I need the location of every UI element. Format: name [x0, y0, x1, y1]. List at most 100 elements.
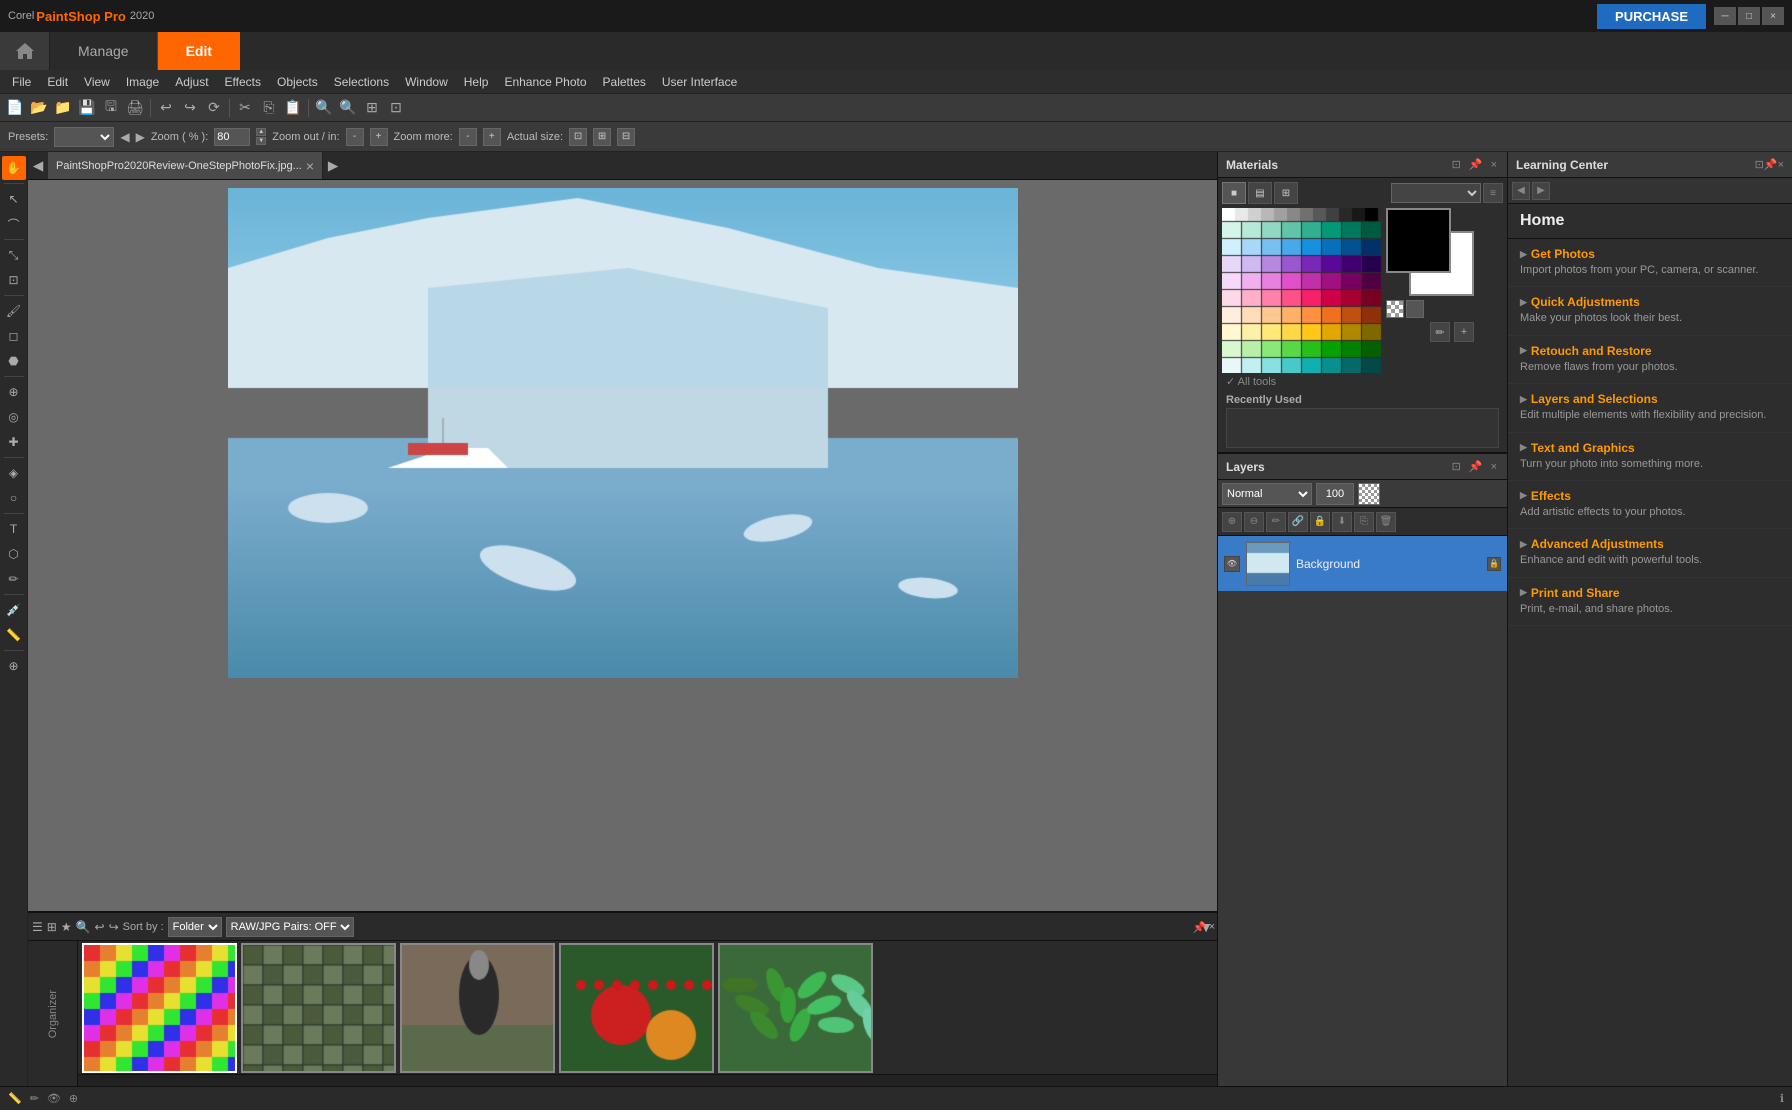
- layer-tool-del[interactable]: 🗑: [1376, 512, 1396, 532]
- file-tab[interactable]: PaintShopPro2020Review-OneStepPhotoFix.j…: [48, 152, 323, 179]
- close-button[interactable]: ×: [1762, 7, 1784, 25]
- open-button[interactable]: 📂: [28, 97, 50, 119]
- tool-clone[interactable]: ⊕: [2, 380, 26, 404]
- tool-retouch[interactable]: ◎: [2, 405, 26, 429]
- tab-close[interactable]: ×: [306, 158, 314, 174]
- sort-by-select[interactable]: Folder: [168, 917, 222, 937]
- learning-item-quick-adj[interactable]: ▶Quick Adjustments Make your photos look…: [1508, 287, 1792, 335]
- zoom-in-button[interactable]: 🔍: [313, 97, 335, 119]
- layers-restore[interactable]: ⊡: [1450, 460, 1463, 473]
- zoom-down[interactable]: ▼: [256, 137, 266, 145]
- color-edit-btn[interactable]: ✏: [1430, 322, 1450, 342]
- actual-size-btn[interactable]: ⊡: [569, 128, 587, 146]
- learning-pin[interactable]: 📌: [1764, 158, 1778, 171]
- tool-sharpen[interactable]: ◈: [2, 461, 26, 485]
- layer-visibility-icon[interactable]: 👁: [1224, 556, 1240, 572]
- learning-item-layers[interactable]: ▶Layers and Selections Edit multiple ele…: [1508, 384, 1792, 432]
- learning-item-print[interactable]: ▶Print and Share Print, e-mail, and shar…: [1508, 578, 1792, 626]
- save-as-button[interactable]: 🖫: [100, 97, 122, 119]
- learning-item-text[interactable]: ▶Text and Graphics Turn your photo into …: [1508, 433, 1792, 481]
- layer-tool-5[interactable]: 🔒: [1310, 512, 1330, 532]
- preset-arrow-right[interactable]: ▶: [136, 130, 145, 144]
- print-button[interactable]: 🖨: [124, 97, 146, 119]
- thumb-vegetables[interactable]: [559, 943, 714, 1073]
- layer-tool-4[interactable]: 🔗: [1288, 512, 1308, 532]
- menu-selections[interactable]: Selections: [326, 70, 397, 93]
- swatch-pattern-btn[interactable]: ⊞: [1274, 182, 1298, 204]
- tool-freehand[interactable]: ⌒: [2, 212, 26, 236]
- learning-item-get-photos[interactable]: ▶Get Photos Import photos from your PC, …: [1508, 239, 1792, 287]
- swatch-color-btn[interactable]: ■: [1222, 182, 1246, 204]
- home-button[interactable]: [0, 32, 50, 70]
- redo-button[interactable]: ↪: [179, 97, 201, 119]
- layers-pin[interactable]: 📌: [1467, 460, 1485, 473]
- menu-user-interface[interactable]: User Interface: [654, 70, 745, 93]
- main-canvas[interactable]: [228, 188, 1018, 678]
- status-btn-1[interactable]: 📏: [8, 1092, 22, 1105]
- org-btn-4[interactable]: 🔍: [76, 920, 91, 934]
- layer-tool-1[interactable]: ⊕: [1222, 512, 1242, 532]
- layers-close[interactable]: ×: [1489, 461, 1499, 473]
- learning-forward[interactable]: ▶: [1532, 182, 1550, 200]
- menu-file[interactable]: File: [4, 70, 39, 93]
- tool-extra[interactable]: ⊕: [2, 654, 26, 678]
- thumb-tiles[interactable]: [241, 943, 396, 1073]
- tool-crop[interactable]: ⊡: [2, 268, 26, 292]
- menu-effects[interactable]: Effects: [217, 70, 269, 93]
- org-x[interactable]: ×: [1209, 921, 1215, 933]
- thumb-colorful[interactable]: [82, 943, 237, 1073]
- learning-restore[interactable]: ⊡: [1755, 158, 1764, 171]
- tool-eraser[interactable]: ◻: [2, 324, 26, 348]
- tool-pan[interactable]: ✋: [2, 156, 26, 180]
- tab-edit[interactable]: Edit: [158, 32, 240, 70]
- copy-button[interactable]: ⎘: [258, 97, 280, 119]
- layer-tool-2[interactable]: ⊖: [1244, 512, 1264, 532]
- tool-eyedropper[interactable]: 💉: [2, 598, 26, 622]
- org-btn-2[interactable]: ⊞: [47, 920, 57, 934]
- paste-button[interactable]: 📋: [282, 97, 304, 119]
- minimize-button[interactable]: ─: [1714, 7, 1736, 25]
- org-undo[interactable]: ↩: [95, 920, 105, 934]
- tool-deform[interactable]: ⤡: [2, 243, 26, 267]
- zoom-more-in[interactable]: +: [483, 128, 501, 146]
- new-button[interactable]: 📄: [4, 97, 26, 119]
- layer-tool-3[interactable]: ✏: [1266, 512, 1286, 532]
- raw-jpg-select[interactable]: RAW/JPG Pairs: OFF: [226, 917, 354, 937]
- actual-size-button[interactable]: ⊡: [385, 97, 407, 119]
- palette-dropdown[interactable]: Standard Palette: [1391, 183, 1482, 203]
- swatch-canvas[interactable]: [1222, 208, 1382, 373]
- menu-palettes[interactable]: Palettes: [595, 70, 654, 93]
- learning-close[interactable]: ×: [1778, 159, 1784, 171]
- menu-objects[interactable]: Objects: [269, 70, 326, 93]
- menu-help[interactable]: Help: [456, 70, 497, 93]
- fit-button[interactable]: ⊞: [361, 97, 383, 119]
- zoom-out-button[interactable]: 🔍: [337, 97, 359, 119]
- materials-close[interactable]: ×: [1489, 159, 1499, 171]
- tool-paintbrush[interactable]: 🖌: [2, 299, 26, 323]
- menu-image[interactable]: Image: [118, 70, 167, 93]
- purchase-button[interactable]: PURCHASE: [1597, 4, 1706, 29]
- tool-text[interactable]: T: [2, 517, 26, 541]
- status-btn-2[interactable]: ✏: [30, 1092, 39, 1105]
- save-button[interactable]: 💾: [76, 97, 98, 119]
- org-btn-3[interactable]: ★: [61, 920, 72, 934]
- zoom-up[interactable]: ▲: [256, 128, 266, 136]
- menu-view[interactable]: View: [76, 70, 118, 93]
- tool-select[interactable]: ↖: [2, 187, 26, 211]
- blend-mode-select[interactable]: Normal: [1222, 483, 1312, 505]
- toggle-view-btn[interactable]: ⊟: [617, 128, 635, 146]
- org-redo[interactable]: ↪: [109, 920, 119, 934]
- fit-window-btn[interactable]: ⊞: [593, 128, 611, 146]
- status-info-btn[interactable]: ℹ: [1780, 1092, 1784, 1105]
- tab-prev[interactable]: ◀: [28, 152, 48, 179]
- open-from-button[interactable]: 📁: [52, 97, 74, 119]
- cut-button[interactable]: ✂: [234, 97, 256, 119]
- tool-fill[interactable]: ⬣: [2, 349, 26, 373]
- tab-manage[interactable]: Manage: [50, 32, 158, 70]
- maximize-button[interactable]: □: [1738, 7, 1760, 25]
- tool-vector[interactable]: ⬡: [2, 542, 26, 566]
- tool-measure[interactable]: 📏: [2, 623, 26, 647]
- tab-next[interactable]: ▶: [323, 152, 343, 179]
- materials-pin[interactable]: 📌: [1467, 158, 1485, 171]
- status-btn-3[interactable]: 👁: [47, 1092, 61, 1105]
